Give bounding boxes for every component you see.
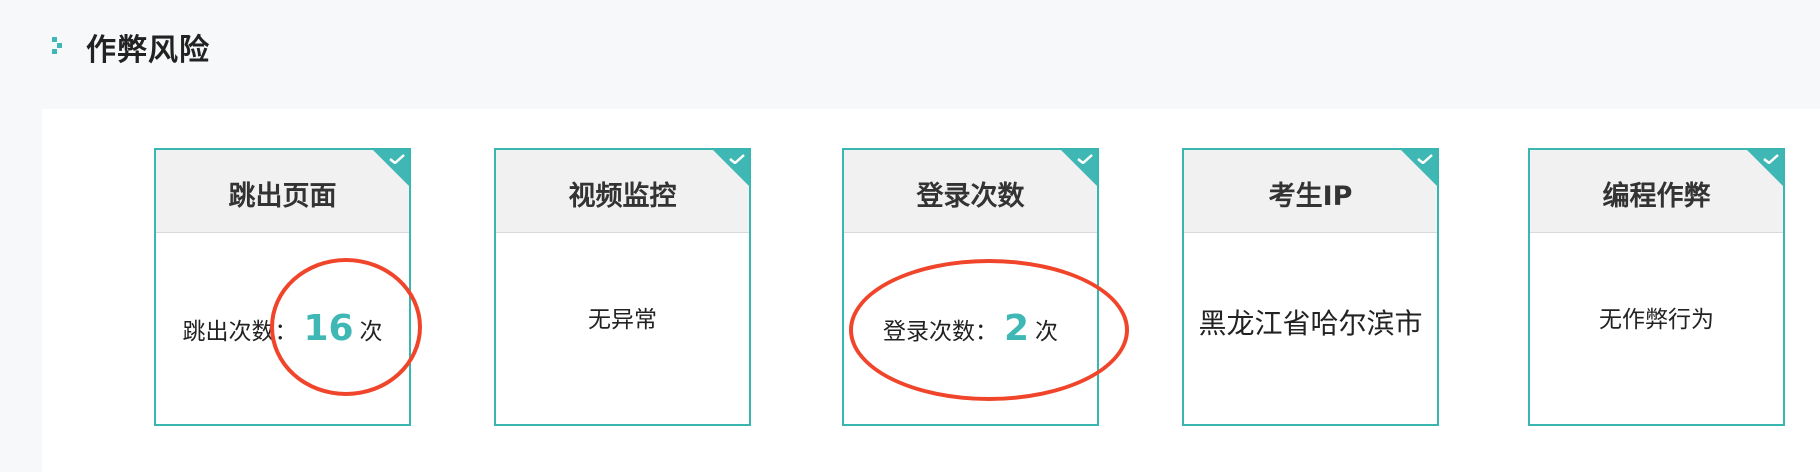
card-candidate-ip[interactable]: 考生IP 黑龙江省哈尔滨市	[1182, 148, 1439, 426]
card-video-monitor[interactable]: 视频监控 无异常	[494, 148, 751, 426]
card-status-text: 无异常	[588, 306, 657, 333]
card-login-count[interactable]: 登录次数 登录次数： 2 次	[842, 148, 1099, 426]
card-status-text: 无作弊行为	[1599, 306, 1714, 333]
card-coding-cheat[interactable]: 编程作弊 无作弊行为	[1528, 148, 1785, 426]
card-body: 登录次数： 2 次	[844, 233, 1097, 424]
check-icon	[729, 154, 745, 164]
check-icon	[1417, 154, 1433, 164]
section-header: 作弊风险	[52, 22, 210, 72]
card-metric-unit: 次	[359, 318, 383, 345]
card-body: 跳出次数： 16 次	[156, 233, 409, 424]
check-icon	[389, 154, 405, 164]
card-metric-unit: 次	[1035, 318, 1059, 345]
card-status-text: 黑龙江省哈尔滨市	[1198, 306, 1423, 340]
card-metric-value: 16	[303, 308, 354, 349]
card-metric-label: 跳出次数：	[182, 318, 298, 345]
card-metric-label: 登录次数：	[882, 318, 998, 345]
section-marker-icon	[52, 37, 68, 57]
card-jump-page[interactable]: 跳出页面 跳出次数： 16 次	[154, 148, 411, 426]
check-icon	[1763, 154, 1779, 164]
card-metric-value: 2	[1003, 308, 1030, 349]
check-icon	[1077, 154, 1093, 164]
section-title: 作弊风险	[86, 33, 210, 68]
